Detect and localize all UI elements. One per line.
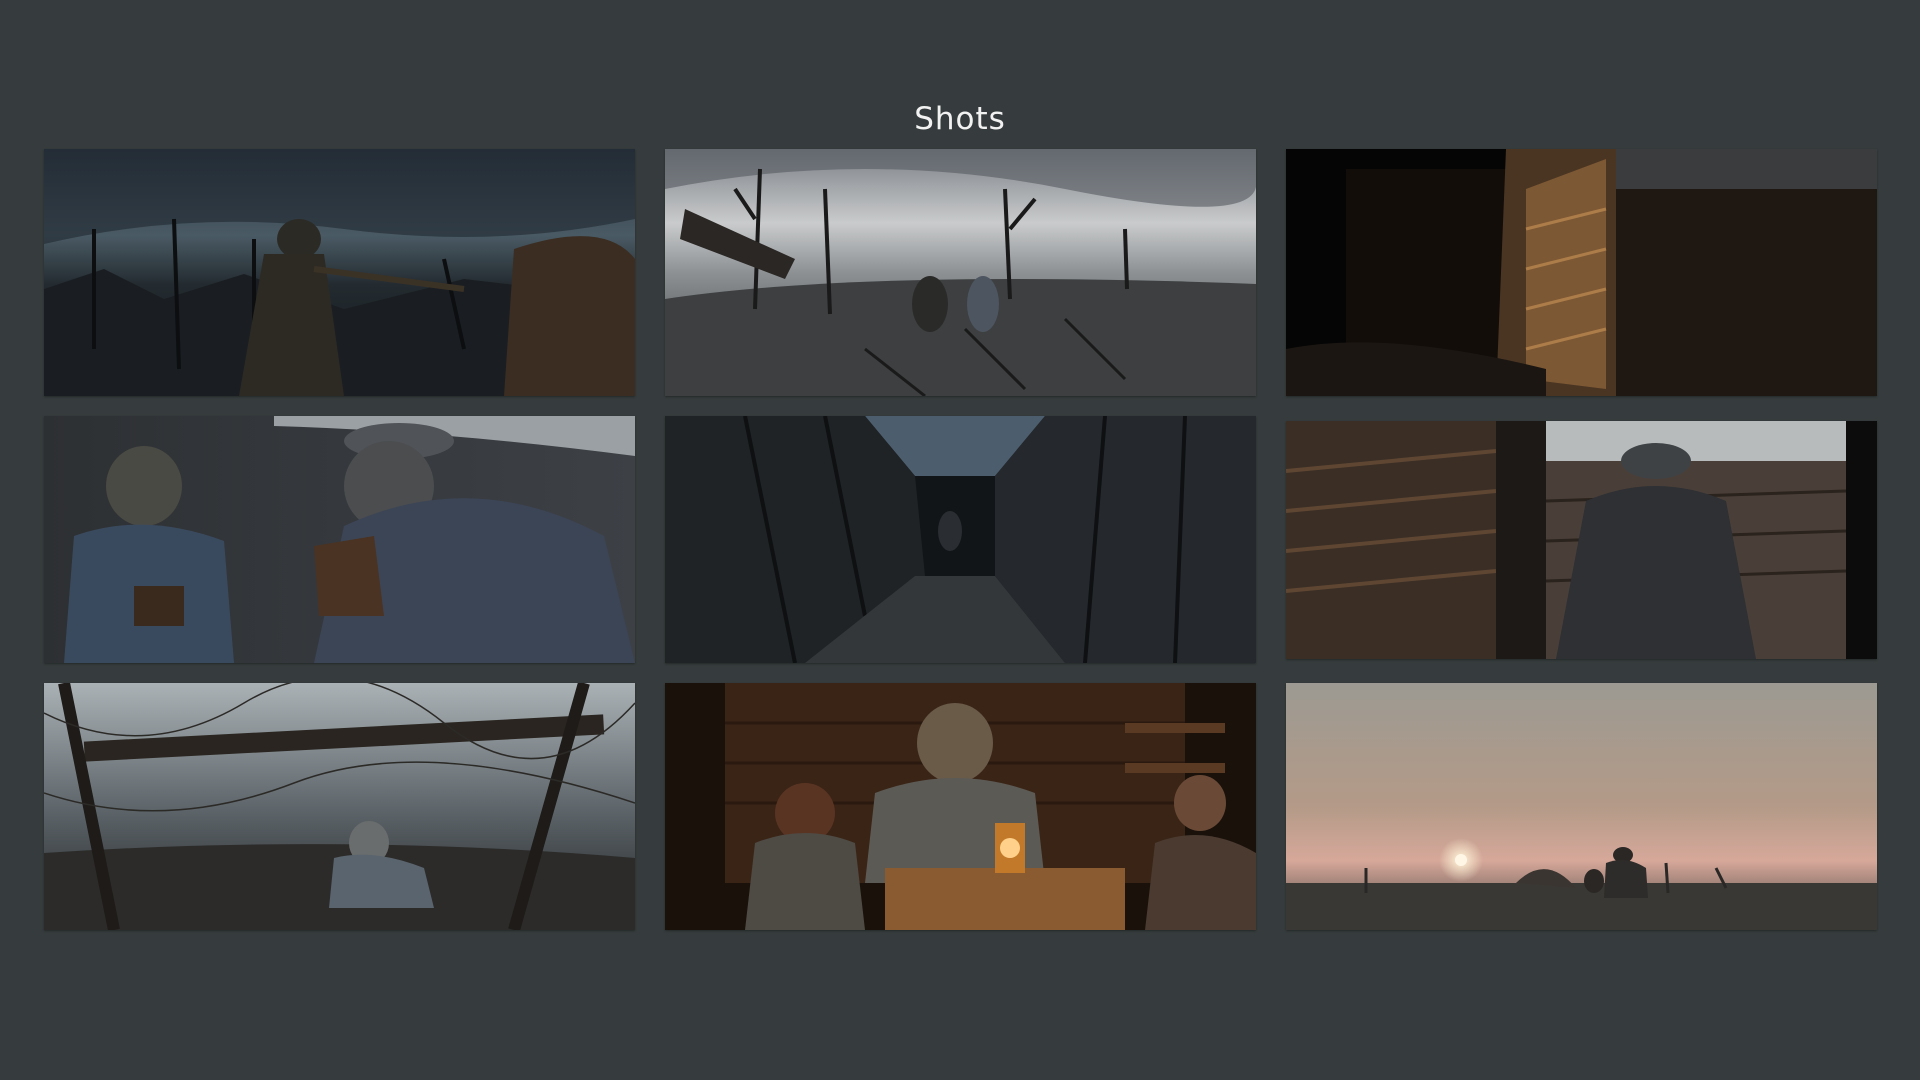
shot-image-lantern-dugout [665, 683, 1256, 930]
shot-image-sunset-wasteland [1286, 683, 1877, 930]
shot-thumbnail-9[interactable] [1286, 683, 1877, 930]
page-title: Shots [914, 101, 1006, 137]
shot-thumbnail-5[interactable] [665, 416, 1256, 663]
shot-thumbnail-6[interactable] [1286, 421, 1877, 659]
shot-image-soldier-barbed-wire [44, 683, 635, 930]
shot-image-battlefield [665, 149, 1256, 396]
shot-image-two-soldiers-talking [44, 416, 635, 663]
shot-image-dark-trench [1286, 149, 1877, 396]
shot-thumbnail-3[interactable] [1286, 149, 1877, 396]
shot-thumbnail-7[interactable] [44, 683, 635, 930]
shot-thumbnail-1[interactable] [44, 149, 635, 396]
shot-thumbnail-2[interactable] [665, 149, 1256, 396]
shot-image-soldier-aiming [44, 149, 635, 396]
shot-thumbnail-8[interactable] [665, 683, 1256, 930]
shots-page: Shots [0, 0, 1920, 1080]
shot-image-soldier-back-view [1286, 421, 1877, 659]
shot-thumbnail-4[interactable] [44, 416, 635, 663]
shot-image-trench-corridor [665, 416, 1256, 663]
